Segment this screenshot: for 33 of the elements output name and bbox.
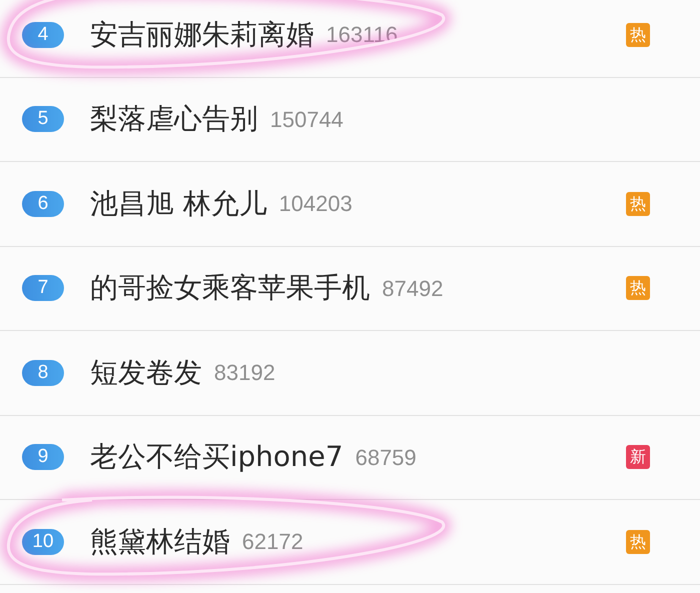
rank-badge: 5 [22,106,64,132]
topic-title[interactable]: 池昌旭 林允儿 [90,182,267,225]
topic-title[interactable]: 梨落虐心告别 [90,98,258,140]
hot-tag: 热 [626,192,650,216]
search-count: 68759 [355,444,416,472]
hot-tag: 新 [626,445,650,470]
hot-tag: 热 [626,530,650,554]
topic-row[interactable]: 4 安吉丽娜朱莉离婚 163116 热 [0,0,700,78]
rank-badge: 6 [22,190,64,217]
rank-badge: 7 [22,275,64,302]
topic-row[interactable]: 5 梨落虐心告别 150744 [0,78,700,162]
topic-row[interactable]: 7 的哥捡女乘客苹果手机 87492 热 [0,246,700,331]
search-count: 150744 [270,106,344,134]
topic-title[interactable]: 短发卷发 [90,352,202,394]
search-count: 83192 [214,359,276,388]
topic-row[interactable]: 10 熊黛林结婚 62172 热 [0,500,700,584]
hot-tag: 热 [626,276,650,300]
search-count: 163116 [326,21,398,50]
topic-title[interactable]: 熊黛林结婚 [90,520,230,563]
topic-row[interactable]: 8 短发卷发 83192 [0,331,700,416]
rank-badge: 4 [22,22,64,48]
rank-badge: 9 [22,444,64,470]
topic-title[interactable]: 的哥捡女乘客苹果手机 [90,267,370,310]
rank-badge: 10 [22,528,64,555]
topic-title[interactable]: 老公不给买iphone7 [90,436,344,478]
topic-row[interactable]: 9 老公不给买iphone7 68759 新 [0,416,700,500]
rank-badge: 8 [22,360,64,386]
topic-row[interactable]: 6 池昌旭 林允儿 104203 热 [0,162,700,246]
topic-title[interactable]: 安吉丽娜朱莉离婚 [90,14,314,56]
hot-tag: 热 [626,22,650,47]
search-count: 62172 [242,528,304,556]
search-count: 104203 [278,190,352,218]
search-count: 87492 [382,274,444,303]
